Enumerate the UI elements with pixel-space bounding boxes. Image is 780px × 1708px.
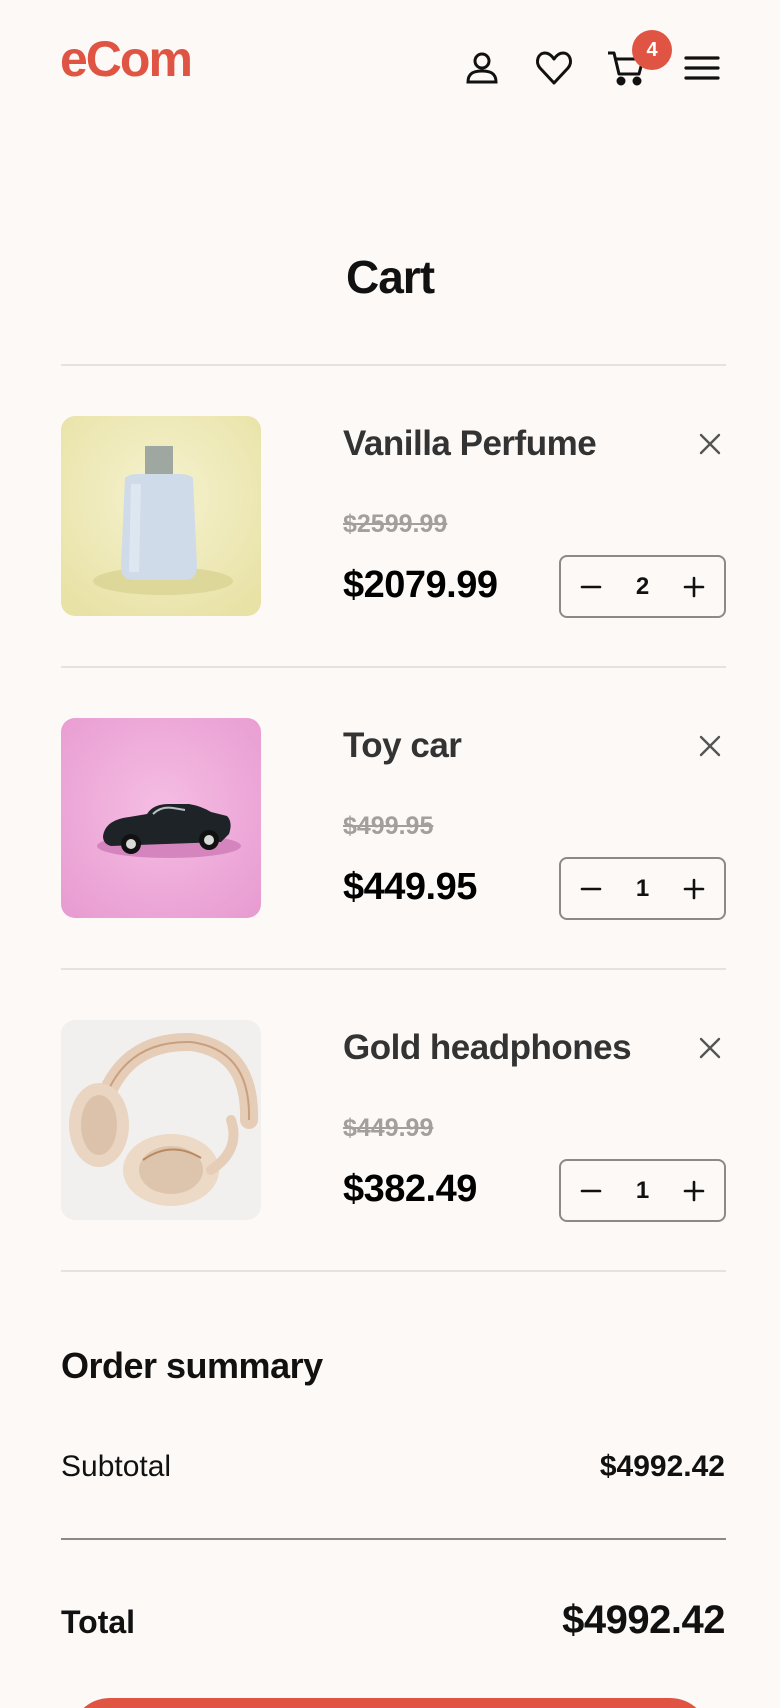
summary-divider xyxy=(61,1538,726,1540)
increase-quantity-button[interactable] xyxy=(678,571,710,603)
quantity-value: 1 xyxy=(635,1176,650,1204)
quantity-stepper: 1 xyxy=(559,857,726,920)
sale-price: $449.95 xyxy=(343,866,477,908)
cart-item: Gold headphones $449.99 $382.49 1 xyxy=(0,1020,780,1222)
brand-logo[interactable]: eCom xyxy=(60,30,193,88)
product-image[interactable] xyxy=(61,1020,261,1220)
remove-item-button[interactable] xyxy=(694,1032,726,1064)
product-image[interactable] xyxy=(61,416,261,616)
increase-quantity-button[interactable] xyxy=(678,873,710,905)
remove-item-button[interactable] xyxy=(694,730,726,762)
cart-count-badge: 4 xyxy=(632,30,672,70)
product-image[interactable] xyxy=(61,718,261,918)
decrease-quantity-button[interactable] xyxy=(575,571,607,603)
increase-quantity-button[interactable] xyxy=(678,1175,710,1207)
item-name[interactable]: Gold headphones xyxy=(343,1028,632,1068)
quantity-value: 1 xyxy=(635,874,650,902)
checkout-button[interactable] xyxy=(70,1698,710,1708)
divider xyxy=(61,968,726,970)
menu-icon[interactable] xyxy=(678,44,726,92)
subtotal-label: Subtotal xyxy=(61,1450,172,1483)
order-summary-title: Order summary xyxy=(61,1345,323,1386)
sale-price: $382.49 xyxy=(343,1168,477,1210)
quantity-stepper: 2 xyxy=(559,555,726,618)
divider xyxy=(61,666,726,668)
cart-item: Vanilla Perfume $2599.99 $2079.99 2 xyxy=(0,416,780,618)
subtotal-value: $4992.42 xyxy=(599,1450,725,1483)
decrease-quantity-button[interactable] xyxy=(575,1175,607,1207)
total-label: Total xyxy=(61,1604,136,1640)
site-header: eCom 4 xyxy=(0,0,780,130)
cart-item: Toy car $499.95 $449.95 1 xyxy=(0,718,780,920)
quantity-value: 2 xyxy=(635,572,650,600)
item-name[interactable]: Toy car xyxy=(343,726,462,766)
divider xyxy=(61,364,726,366)
cart-page: eCom 4 Cart Vanilla Perfume $2599.99 $20… xyxy=(0,0,780,1708)
sale-price: $2079.99 xyxy=(343,564,498,606)
original-price: $449.99 xyxy=(343,1114,434,1142)
heart-icon[interactable] xyxy=(530,44,578,92)
original-price: $2599.99 xyxy=(343,510,448,538)
item-name[interactable]: Vanilla Perfume xyxy=(343,424,597,464)
original-price: $499.95 xyxy=(343,812,434,840)
user-icon[interactable] xyxy=(458,44,506,92)
remove-item-button[interactable] xyxy=(694,428,726,460)
total-value: $4992.42 xyxy=(562,1598,725,1642)
quantity-stepper: 1 xyxy=(559,1159,726,1222)
decrease-quantity-button[interactable] xyxy=(575,873,607,905)
page-title: Cart xyxy=(345,251,435,303)
divider xyxy=(61,1270,726,1272)
